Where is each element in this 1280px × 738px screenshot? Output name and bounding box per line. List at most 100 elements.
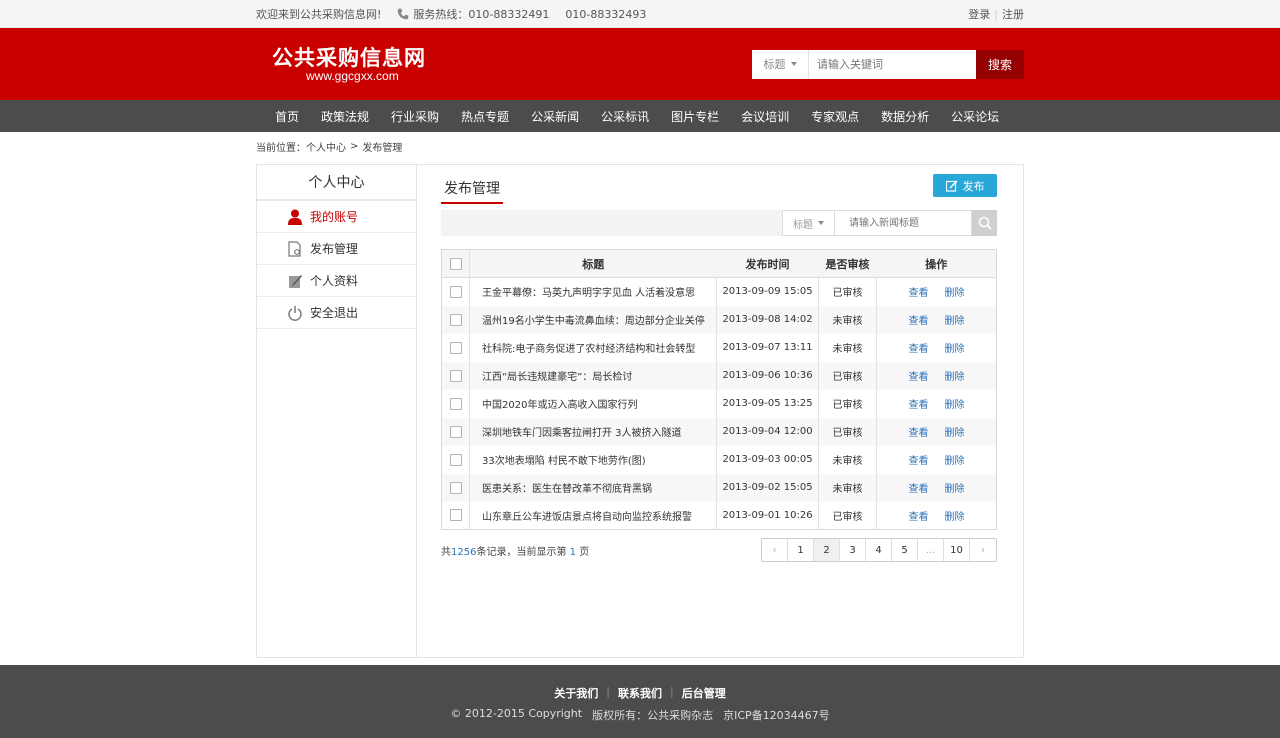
column-header-audit: 是否审核 (818, 249, 877, 278)
sidebar-item-label: 我的账号 (310, 210, 359, 224)
page-button-3[interactable]: 3 (840, 539, 866, 561)
row-audit-status: 已审核 (818, 361, 877, 390)
search-input[interactable] (809, 49, 976, 79)
row-select-cell (441, 417, 470, 446)
row-select-cell (441, 501, 470, 530)
row-checkbox[interactable] (449, 509, 462, 522)
prev-page-button[interactable]: ‹ (762, 539, 788, 561)
delete-link[interactable]: 删除 (945, 428, 965, 439)
page-button-4[interactable]: 4 (866, 539, 892, 561)
row-time: 2013-09-05 13:25 (716, 389, 819, 418)
nav-item-data[interactable]: 数据分析 (870, 108, 940, 125)
search-category-select[interactable]: 标题 (752, 49, 809, 79)
nav-item-bids[interactable]: 公采标讯 (590, 108, 660, 125)
caret-down-icon (790, 62, 797, 66)
footer-link-admin[interactable]: 后台管理 (682, 685, 726, 701)
delete-link[interactable]: 删除 (945, 288, 965, 299)
row-actions: 查看 删除 (876, 361, 997, 390)
row-actions: 查看 删除 (876, 473, 997, 502)
breadcrumb-personal-center[interactable]: 个人中心 (306, 139, 346, 154)
next-page-button[interactable]: › (970, 539, 996, 561)
delete-link[interactable]: 删除 (945, 344, 965, 355)
row-actions: 查看 删除 (877, 278, 997, 306)
view-link[interactable]: 查看 (909, 400, 929, 411)
view-link[interactable]: 查看 (909, 428, 929, 439)
sidebar-item-profile[interactable]: 个人资料 (257, 265, 416, 297)
publish-button[interactable]: 发布 (933, 174, 997, 197)
select-all-checkbox[interactable] (449, 258, 462, 270)
row-checkbox[interactable] (449, 453, 462, 466)
nav-item-policy[interactable]: 政策法规 (310, 108, 380, 125)
view-link[interactable]: 查看 (909, 344, 929, 355)
page-button-5[interactable]: 5 (892, 539, 918, 561)
nav-item-topics[interactable]: 热点专题 (450, 108, 520, 125)
delete-link[interactable]: 删除 (945, 316, 965, 327)
sidebar-item-my-account[interactable]: 我的账号 (257, 201, 416, 233)
row-select-cell (441, 277, 470, 306)
breadcrumb-separator: > (350, 140, 359, 152)
view-link[interactable]: 查看 (909, 372, 929, 383)
row-select-cell (441, 333, 470, 362)
nav-item-training[interactable]: 会议培训 (730, 108, 800, 125)
row-actions: 查看 删除 (877, 502, 997, 530)
row-title: 中国2020年或迈入高收入国家行列 (469, 389, 717, 418)
news-title-search-input[interactable] (834, 210, 972, 236)
page-button-10[interactable]: 10 (944, 539, 970, 561)
nav-item-photos[interactable]: 图片专栏 (660, 108, 730, 125)
footer-link-about[interactable]: 关于我们 (554, 685, 598, 701)
delete-link[interactable]: 删除 (945, 456, 965, 467)
content-area: 发布管理 发布 标题 标题 发布时间 是否审核 (417, 165, 1023, 657)
delete-link[interactable]: 删除 (945, 400, 965, 411)
row-checkbox[interactable] (449, 341, 462, 354)
row-checkbox[interactable] (449, 425, 462, 438)
view-link[interactable]: 查看 (909, 288, 929, 299)
edit-icon (945, 180, 957, 192)
select-all-cell (441, 249, 470, 278)
nav-item-news[interactable]: 公采新闻 (520, 108, 590, 125)
site-logo[interactable]: 公共采购信息网 www.ggcgxx.com (256, 46, 426, 83)
row-time: 2013-09-04 12:00 (716, 417, 819, 446)
filter-category-value: 标题 (793, 219, 813, 231)
filter-bar: 标题 (441, 210, 997, 236)
publish-button-label: 发布 (962, 179, 985, 193)
search-button[interactable]: 搜索 (976, 49, 1024, 79)
row-select-cell (441, 445, 470, 474)
view-link[interactable]: 查看 (909, 484, 929, 495)
hotline: 服务热线：010-88332491 (397, 6, 549, 22)
row-checkbox[interactable] (449, 369, 462, 382)
delete-link[interactable]: 删除 (945, 372, 965, 383)
delete-link[interactable]: 删除 (945, 512, 965, 523)
filter-category-select[interactable]: 标题 (782, 210, 834, 236)
record-total: 1256 (451, 546, 477, 558)
page-button-2[interactable]: 2 (814, 539, 840, 561)
nav-item-experts[interactable]: 专家观点 (800, 108, 870, 125)
welcome-text: 欢迎来到公共采购信息网! (256, 8, 382, 21)
sidebar-item-logout[interactable]: 安全退出 (257, 297, 416, 329)
row-title: 医患关系：医生在替改革不彻底背黑锅 (469, 473, 717, 502)
hotline-number-1: 服务热线：010-88332491 (413, 8, 550, 21)
nav-item-industry[interactable]: 行业采购 (380, 108, 450, 125)
view-link[interactable]: 查看 (909, 456, 929, 467)
copyright-owner: 版权所有：公共采购杂志 (592, 709, 714, 722)
current-page-number: 1 (569, 546, 577, 558)
table-row: 江西“局长违规建豪宅”：局长检讨 2013-09-06 10:36 已审核 查看… (441, 361, 997, 390)
row-checkbox[interactable] (449, 397, 462, 410)
register-link[interactable]: 注册 (1002, 6, 1024, 22)
footer-link-contact[interactable]: 联系我们 (618, 685, 662, 701)
nav-item-home[interactable]: 首页 (264, 108, 310, 125)
row-checkbox[interactable] (449, 481, 462, 494)
page-ellipsis: ... (918, 539, 944, 561)
row-checkbox[interactable] (449, 313, 462, 326)
nav-item-forum[interactable]: 公采论坛 (940, 108, 1010, 125)
sidebar-item-publish-management[interactable]: 发布管理 (257, 233, 416, 265)
filter-search-button[interactable] (972, 210, 997, 236)
table-row: 社科院:电子商务促进了农村经济结构和社会转型 2013-09-07 13:11 … (441, 333, 997, 362)
row-checkbox[interactable] (449, 285, 462, 298)
power-icon (288, 305, 302, 321)
view-link[interactable]: 查看 (909, 512, 929, 523)
delete-link[interactable]: 删除 (945, 484, 965, 495)
page-button-1[interactable]: 1 (788, 539, 814, 561)
main-nav: 首页 政策法规 行业采购 热点专题 公采新闻 公采标讯 图片专栏 会议培训 专家… (0, 100, 1280, 132)
view-link[interactable]: 查看 (909, 316, 929, 327)
login-link[interactable]: 登录 (968, 6, 990, 22)
